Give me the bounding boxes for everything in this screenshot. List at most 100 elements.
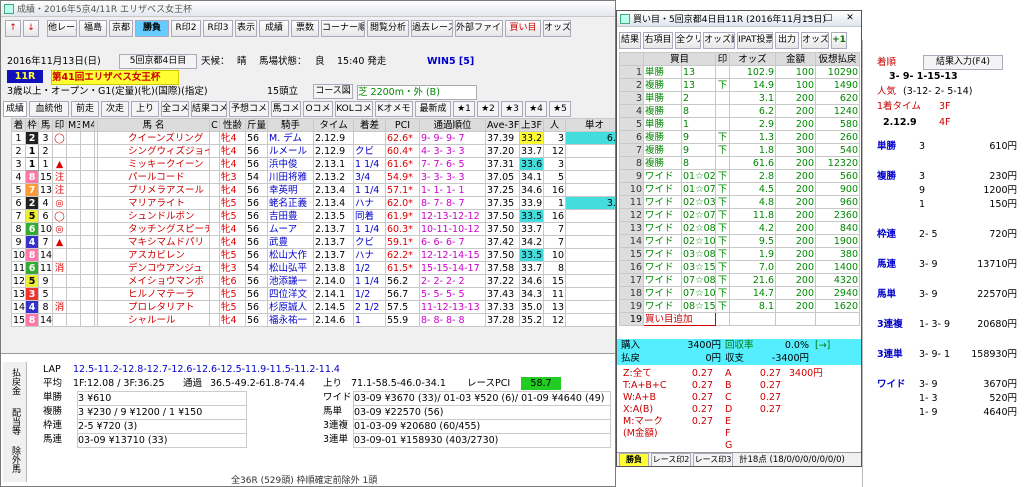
- toolbar-button-7[interactable]: 成績: [259, 20, 289, 37]
- tab-17[interactable]: ★5: [549, 101, 571, 117]
- table-row[interactable]: 15 8 14 シャルール 牝4 56 福永祐一 2.14.6 1 55.9 8- 8- 8- 83…: [11, 313, 615, 327]
- bet-row[interactable]: 4 複勝 8 6.2 200 1240: [619, 104, 861, 118]
- header-1[interactable]: 枠: [25, 118, 39, 132]
- header-9[interactable]: 性齢: [219, 118, 246, 132]
- header-4[interactable]: M3: [66, 118, 81, 132]
- table-row[interactable]: 6 2 4 ◎ マリアライト 牝5 56 蛯名正義 2.13.4 ハナ 62.0* 8- 7- 8- …: [11, 196, 615, 210]
- bet-toolbar-button-7[interactable]: +1: [831, 32, 847, 49]
- bet-row[interactable]: 6 複勝 9 下 1.3 200 260: [619, 130, 861, 144]
- table-row[interactable]: 4 8 15 注 パールコード 牝3 54 川田将雅 2.13.2 3/4 54.9* 3- 3- 3…: [11, 170, 615, 184]
- toolbar-button-1[interactable]: 福島: [79, 20, 107, 37]
- toolbar-button-9[interactable]: コーナー順: [321, 20, 365, 37]
- tab-1[interactable]: 血統他: [29, 101, 69, 117]
- bet-row[interactable]: 5 単勝 1 2.9 200 580: [619, 117, 861, 131]
- bet-tab-1[interactable]: レース印2: [651, 453, 691, 466]
- toolbar-button-2[interactable]: 京都: [109, 20, 133, 37]
- bet-toolbar-button-2[interactable]: 全クリア: [675, 32, 701, 49]
- header-11[interactable]: 騎手: [267, 118, 314, 132]
- table-row[interactable]: 12 5 9 メイショウマンボ 牝6 56 池添謙一 2.14.0 1 1/4 56.2 2- 2-…: [11, 274, 615, 288]
- tab-3[interactable]: 次走: [101, 101, 129, 117]
- header-2[interactable]: 馬: [38, 118, 53, 132]
- mark-key-6[interactable]: G: [725, 439, 737, 452]
- tab-14[interactable]: ★2: [477, 101, 499, 117]
- result-input-button[interactable]: 結果入力(F4): [923, 55, 1003, 70]
- filter-key-5[interactable]: (M金額): [623, 427, 685, 440]
- bet-toolbar-button-3[interactable]: オッズ読: [703, 32, 735, 49]
- tab-15[interactable]: ★3: [501, 101, 523, 117]
- bet-row[interactable]: 7 複勝 9 下 1.8 300 540: [619, 143, 861, 157]
- bet-toolbar-button-4[interactable]: IPAT投票: [737, 32, 773, 49]
- toolbar-button-12[interactable]: 外部ファイル: [455, 20, 503, 37]
- toolbar-button-8[interactable]: 票数: [291, 20, 319, 37]
- bet-row[interactable]: 16 ワイド 03☆15 下 7.0 200 1400: [619, 260, 861, 274]
- bet-header-4[interactable]: 仮想払戻: [815, 52, 861, 66]
- bet-tab-0[interactable]: 勝負: [619, 453, 649, 466]
- header-0[interactable]: 着: [11, 118, 26, 132]
- table-row[interactable]: 10 8 14 アスカビレン 牝5 56 松山大作 2.13.7 ハナ 62.2* 12-12-14…: [11, 248, 615, 262]
- course-map-button[interactable]: コース図: [313, 84, 353, 99]
- bet-header-2[interactable]: オッズ: [729, 52, 777, 66]
- toolbar-button-5[interactable]: R印3: [203, 20, 233, 37]
- side-label-scratch[interactable]: 除外馬: [9, 446, 22, 482]
- toolbar-button-4[interactable]: R印2: [171, 20, 201, 37]
- bet-toolbar-button-1[interactable]: 右項目: [643, 32, 673, 49]
- kaisai-field[interactable]: 5回京都4日目: [119, 54, 197, 69]
- bet-toolbar-button-5[interactable]: 出力: [775, 32, 799, 49]
- tab-7[interactable]: 予想コメ: [229, 101, 269, 117]
- table-row[interactable]: 5 7 13 注 プリメラアスール 牝4 56 幸英明 2.13.4 1 1/4 57.1* 1- 1…: [11, 183, 615, 197]
- bet-header-1[interactable]: 印: [715, 52, 731, 66]
- toolbar-button-3[interactable]: 勝負: [135, 20, 169, 37]
- table-row[interactable]: 7 5 6 ◯ シュンドルボン 牝5 56 吉田豊 2.13.5 同着 61.9* 12-13-12-…: [11, 209, 615, 223]
- tab-8[interactable]: 馬コメ: [271, 101, 301, 117]
- tab-6[interactable]: 結果コメ: [191, 101, 227, 117]
- bet-row[interactable]: 10 ワイド 01☆07 下 4.5 200 900: [619, 182, 861, 196]
- bet-row[interactable]: 18 ワイド 07☆10 下 14.7 200 2940: [619, 286, 861, 300]
- bet-row[interactable]: 9 ワイド 01☆02 下 2.8 200 560: [619, 169, 861, 183]
- results-window-titlebar[interactable]: 成績・2016年5京4/11R エリザベス女王杯: [1, 1, 615, 17]
- bet-toolbar-button-0[interactable]: 結果: [619, 32, 641, 49]
- header-7[interactable]: 馬 名: [97, 118, 210, 132]
- minimize-button[interactable]: ─: [799, 12, 817, 24]
- bet-row[interactable]: 3 単勝 2 3.1 200 620: [619, 91, 861, 105]
- table-row[interactable]: 1 2 3 ◯ クイーンズリング 牝4 56 M. デム 2.12.9 62.6* 9- 9- 9-…: [11, 131, 615, 145]
- header-3[interactable]: 印: [52, 118, 67, 132]
- tab-13[interactable]: ★1: [453, 101, 475, 117]
- bet-row[interactable]: 13 ワイド 02☆08 下 4.2 200 840: [619, 221, 861, 235]
- next-race-button[interactable]: ↓: [23, 20, 39, 37]
- win5-link[interactable]: WIN5 [5]: [427, 55, 487, 68]
- header-17[interactable]: 上3F: [519, 118, 544, 132]
- side-label-payout[interactable]: 払戻金: [9, 368, 22, 408]
- bet-row[interactable]: 19 ワイド 08☆15 下 8.1 200 1620: [619, 299, 861, 313]
- bet-header-3[interactable]: 金額: [775, 52, 817, 66]
- tab-12[interactable]: 最新成: [415, 101, 451, 117]
- bet-row[interactable]: 17 ワイド 07☆08 下 21.6 200 4320: [619, 273, 861, 287]
- header-14[interactable]: PCI: [385, 118, 420, 132]
- tab-4[interactable]: 上り: [131, 101, 159, 117]
- header-19[interactable]: 単オ: [565, 118, 615, 132]
- tab-5[interactable]: 全コメ: [161, 101, 189, 117]
- tab-11[interactable]: Kオメモ: [375, 101, 413, 117]
- bet-header-0[interactable]: 買目: [642, 52, 717, 66]
- header-5[interactable]: M4: [80, 118, 95, 132]
- tab-16[interactable]: ★4: [525, 101, 547, 117]
- side-label-dividend[interactable]: 配当等: [9, 408, 22, 444]
- header-16[interactable]: Ave-3F: [485, 118, 520, 132]
- bet-tab-2[interactable]: レース印3: [693, 453, 733, 466]
- bet-row[interactable]: 15 ワイド 03☆08 下 1.9 200 380: [619, 247, 861, 261]
- table-row[interactable]: 11 6 11 消デンコウアンジュ 牝3 54 松山弘平 2.13.8 1/2 61.5* 15-1…: [11, 261, 615, 275]
- toolbar-button-6[interactable]: 表示: [235, 20, 257, 37]
- table-row[interactable]: 9 4 7 ▲ マキシマムドパリ 牝4 56 武豊 2.13.7 クビ 59.1* 6- 6- 6- …: [11, 235, 615, 249]
- header-15[interactable]: 通過順位: [419, 118, 486, 132]
- header-12[interactable]: タイム: [313, 118, 354, 132]
- toolbar-button-10[interactable]: 閲覧分析: [367, 20, 409, 37]
- header-13[interactable]: 着差: [353, 118, 386, 132]
- table-row[interactable]: 2 1 2 シングウィズジョイ 牝4 56 ルメール 2.12.9 クビ 60.4* 4- 3- 3…: [11, 144, 615, 158]
- tab-2[interactable]: 前走: [71, 101, 99, 117]
- bet-add-row[interactable]: 19 買い目追加: [619, 312, 861, 326]
- table-row[interactable]: 14 4 8 消 プロレタリアト 牝5 56 杉原誠人 2.14.5 2 1/2 57.5 11-12…: [11, 300, 615, 314]
- maximize-button[interactable]: □: [819, 12, 837, 24]
- add-bet-button[interactable]: 買い目追加: [642, 312, 717, 326]
- bet-row[interactable]: 8 複勝 8 61.6 200 12320: [619, 156, 861, 170]
- bet-row[interactable]: 2 複勝 13 下 14.9 100 1490: [619, 78, 861, 92]
- table-row[interactable]: 13 3 5 ヒルノマテーラ 牝5 56 四位洋文 2.14.1 1/2 56.7 5- 5- 5-…: [11, 287, 615, 301]
